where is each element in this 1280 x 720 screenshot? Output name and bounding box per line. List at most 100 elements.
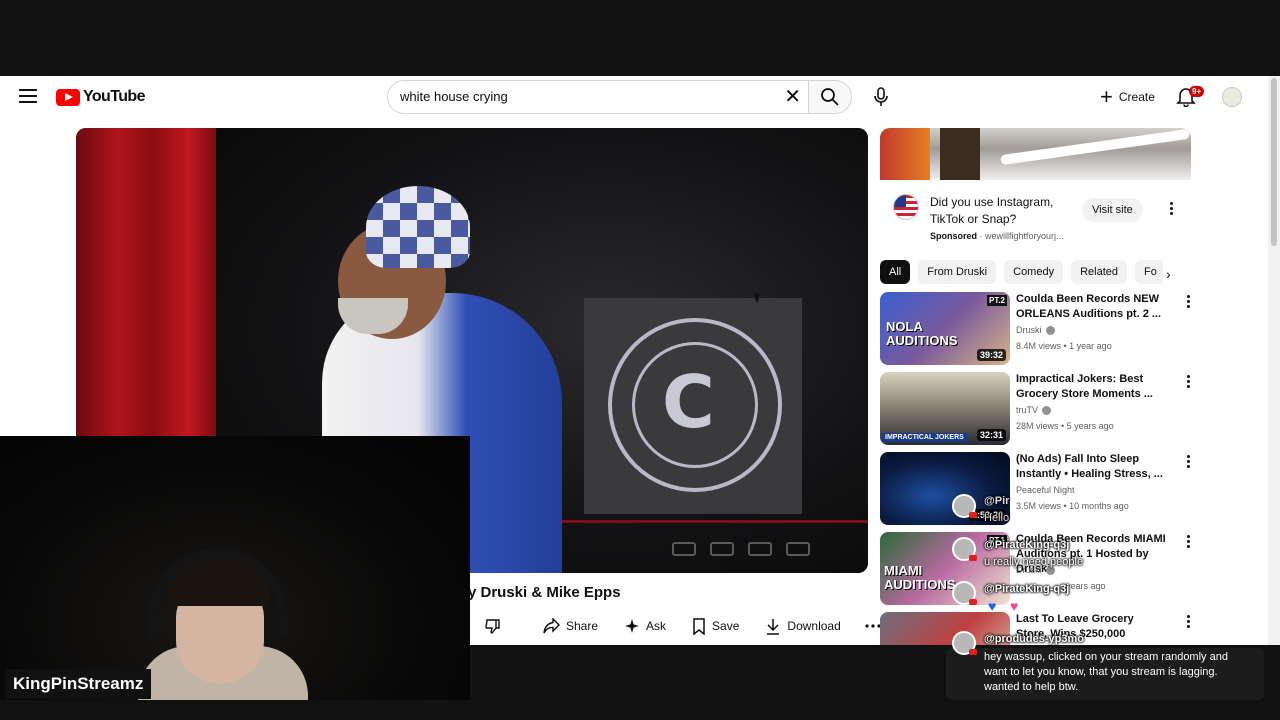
chip-all[interactable]: All: [880, 260, 911, 284]
chat-avatar: [952, 581, 977, 605]
chat-avatar: [952, 494, 977, 518]
ad-card[interactable]: Did you use Instagram, TikTok or Snap? S…: [880, 180, 1191, 244]
recommendation-title: (No Ads) Fall Into Sleep Instantly • Hea…: [1016, 453, 1163, 480]
video-meta: 8.4M views • 1 year ago: [1016, 341, 1112, 351]
chat-message: u really need people: [984, 556, 1084, 568]
create-label: Create: [1118, 90, 1155, 104]
search-input[interactable]: [400, 89, 760, 104]
video-actions: Share Ask Save Download: [474, 612, 901, 640]
share-icon: [543, 618, 560, 634]
share-label: Share: [566, 619, 599, 633]
video-meta: 3.5M views • 10 months ago: [1016, 501, 1129, 511]
download-label: Download: [787, 619, 841, 633]
voice-search-button[interactable]: [864, 80, 898, 114]
account-avatar[interactable]: [1222, 87, 1242, 107]
streamer-webcam: [0, 436, 470, 700]
video-thumbnail: NOLA AUDITIONS PT.2 39:32: [880, 292, 1010, 365]
ad-water-spray-graphic: [1000, 128, 1190, 166]
player-controls: [672, 542, 810, 556]
channel-name: Druski: [1016, 325, 1055, 335]
youtube-play-icon: [56, 88, 80, 106]
video-meta: 28M views • 5 years ago: [1016, 421, 1114, 431]
duration-badge: 39:32: [976, 349, 1006, 361]
stream-frame: YouTube ✕ + Create 9+: [0, 0, 1280, 720]
ask-button[interactable]: Ask: [614, 612, 676, 640]
search-button[interactable]: [808, 80, 852, 114]
logo-text: YouTube: [83, 88, 145, 105]
channel-name: truTV: [1016, 405, 1052, 415]
chat-username: @PirateKing-q3j: [984, 539, 1070, 551]
masthead: YouTube ✕ + Create 9+: [0, 76, 1268, 118]
subtitles-icon[interactable]: [710, 542, 734, 556]
chip-truncated[interactable]: Fo: [1135, 260, 1163, 284]
sparkle-icon: [625, 619, 640, 633]
search-icon: [821, 88, 839, 106]
menu-icon[interactable]: [19, 89, 37, 105]
dislike-button[interactable]: [474, 612, 518, 640]
recommendation-title: Impractical Jokers: Best Grocery Store M…: [1016, 373, 1153, 400]
channel-label: Peaceful Night: [1016, 485, 1075, 495]
chat-username: @produdes-yp3mo: [984, 633, 1084, 645]
ad-fire-graphic: [880, 128, 930, 180]
ask-label: Ask: [646, 619, 667, 633]
recommendation-title: Coulda Been Records NEW ORLEANS Audition…: [1016, 293, 1162, 320]
scrollbar-thumb[interactable]: [1271, 78, 1277, 246]
save-label: Save: [712, 619, 740, 633]
ad-domain: wewillfightforyourj...: [985, 231, 1064, 241]
search-box[interactable]: ✕: [387, 80, 809, 114]
streamer-name: KingPinStreamz: [5, 669, 152, 699]
recommendation-item[interactable]: IMPRACTICAL JOKERS 32:31 Impractical Jok…: [880, 372, 1191, 446]
video-more-options-icon[interactable]: [1183, 375, 1193, 391]
video-meta: years ago: [1066, 581, 1106, 591]
ad-banner-image[interactable]: [880, 128, 1191, 180]
video-more-options-icon[interactable]: [1183, 295, 1193, 311]
duration-badge: 32:31: [976, 429, 1006, 441]
more-horizontal-icon: [865, 624, 881, 628]
settings-gear-icon[interactable]: [748, 542, 772, 556]
channel-name: Peaceful Night: [1016, 485, 1075, 495]
chip-from-druski[interactable]: From Druski: [918, 260, 997, 284]
thumbs-down-icon: [485, 619, 500, 635]
channel-label: truTV: [1016, 405, 1039, 415]
autoplay-toggle-icon[interactable]: [672, 542, 696, 556]
clear-search-icon[interactable]: ✕: [784, 87, 801, 107]
theater-mode-icon[interactable]: [786, 542, 810, 556]
chat-username: @PirateKing-q3j: [984, 583, 1070, 595]
visit-site-button[interactable]: Visit site: [1082, 198, 1143, 222]
recommendation-item[interactable]: 2:53:20 (No Ads) Fall Into Sleep Instant…: [880, 452, 1191, 526]
video-more-options-icon[interactable]: [1183, 535, 1193, 551]
save-button[interactable]: Save: [682, 612, 749, 640]
thumbnail-text: MIAMI AUDITIONS: [884, 563, 956, 592]
chat-avatar: [952, 631, 977, 655]
performer-checkered-hat: [366, 186, 470, 268]
ad-title: Did you use Instagram, TikTok or Snap?: [930, 195, 1054, 226]
download-button[interactable]: Download: [755, 612, 850, 640]
thumbnail-text: IMPRACTICAL JOKERS: [882, 433, 967, 442]
create-button[interactable]: + Create: [1092, 82, 1167, 112]
sponsored-label: Sponsored: [930, 231, 978, 241]
video-more-options-icon[interactable]: [1183, 455, 1193, 471]
thumbnail-text: NOLA AUDITIONS: [886, 319, 958, 348]
chevron-right-icon[interactable]: ›: [1166, 266, 1171, 282]
channel-label: Druski: [1016, 325, 1042, 335]
part-badge: PT.2: [986, 295, 1007, 306]
ad-more-options-icon[interactable]: [1166, 202, 1176, 218]
chip-related[interactable]: Related: [1071, 260, 1128, 284]
chat-message: Hello: [984, 512, 1010, 524]
filter-chips: All From Druski Comedy Related Fo: [880, 260, 1163, 284]
share-button[interactable]: Share: [532, 612, 608, 640]
page-scrollbar[interactable]: [1268, 76, 1280, 645]
video-thumbnail: IMPRACTICAL JOKERS 32:31: [880, 372, 1010, 445]
chat-username: @Pir: [984, 495, 1010, 507]
verified-icon: [1045, 325, 1055, 335]
pink-heart-emote-icon: ♥: [1010, 598, 1019, 614]
chat-avatar: [952, 537, 977, 561]
download-icon: [767, 618, 780, 635]
youtube-logo[interactable]: YouTube: [56, 88, 145, 106]
ad-sponsor-line: Sponsored · wewillfightforyourj...: [930, 231, 1064, 241]
recommendation-item[interactable]: NOLA AUDITIONS PT.2 39:32 Coulda Been Re…: [880, 292, 1191, 366]
chip-comedy[interactable]: Comedy: [1004, 260, 1064, 284]
verified-icon: [1042, 405, 1052, 415]
blue-heart-emote-icon: ♥: [988, 598, 997, 614]
video-more-options-icon[interactable]: [1183, 615, 1193, 631]
